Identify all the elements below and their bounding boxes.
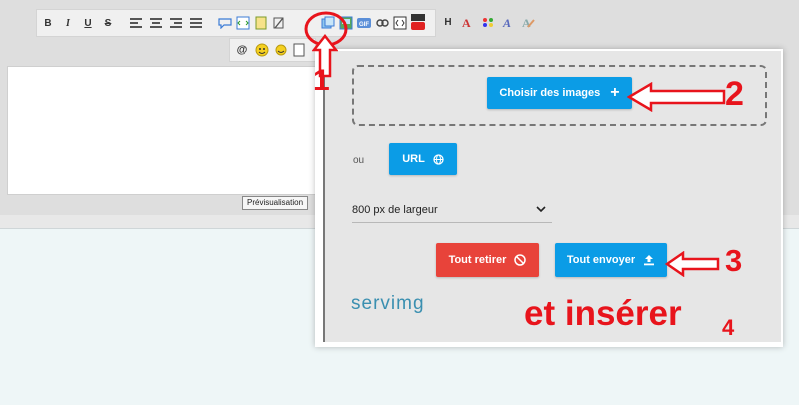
embed-icon[interactable]	[393, 15, 407, 31]
underline-button[interactable]: U	[83, 15, 93, 31]
svg-text:GIF: GIF	[359, 22, 369, 28]
send-all-label: Tout envoyer	[566, 254, 636, 266]
youtube-icon[interactable]	[411, 14, 425, 30]
spoiler-icon[interactable]	[254, 15, 268, 31]
annotation-step4-num: 4	[722, 315, 735, 340]
emoji-icon[interactable]	[274, 42, 288, 58]
svg-text:A: A	[462, 16, 471, 28]
editor-toolbar: B I U S GIF	[36, 9, 436, 37]
align-right-icon[interactable]	[170, 15, 182, 31]
annotation-arrow-2	[627, 82, 727, 112]
or-label: ou	[353, 155, 365, 166]
clear-format-icon[interactable]: A	[521, 14, 535, 30]
annotation-step3: 3	[725, 243, 743, 278]
strikethrough-button[interactable]: S	[103, 15, 113, 31]
link-icon[interactable]	[375, 15, 389, 31]
colors-icon[interactable]	[481, 14, 495, 30]
width-select-value: 800 px de largeur	[352, 203, 438, 216]
plus-icon: +	[610, 84, 620, 101]
choose-images-button[interactable]: Choisir des images +	[487, 77, 632, 109]
url-label: URL	[402, 153, 425, 165]
bold-button[interactable]: B	[43, 15, 53, 31]
annotation-arrow-3	[665, 251, 721, 277]
italic-button[interactable]: I	[63, 15, 73, 31]
font-size-icon[interactable]: A	[501, 14, 515, 30]
globe-icon	[433, 153, 444, 165]
annotation-step1: 1	[313, 64, 330, 97]
choose-images-label: Choisir des images	[499, 87, 601, 99]
font-style-icon[interactable]: A	[461, 14, 475, 30]
url-button[interactable]: URL	[389, 143, 457, 175]
quote-icon[interactable]	[218, 15, 232, 31]
gif-icon[interactable]: GIF	[357, 15, 371, 31]
code-icon[interactable]	[236, 15, 250, 31]
hide-icon[interactable]	[272, 15, 286, 31]
align-left-icon[interactable]	[130, 15, 142, 31]
send-all-button[interactable]: Tout envoyer	[555, 243, 667, 277]
upload-icon	[643, 254, 655, 266]
align-justify-icon[interactable]	[190, 15, 202, 31]
ban-icon	[514, 254, 527, 266]
align-center-icon[interactable]	[150, 15, 162, 31]
annotation-step2: 2	[725, 75, 744, 113]
heading-button[interactable]: H	[443, 14, 453, 30]
servimg-logo: servimg	[351, 293, 425, 314]
svg-text:A: A	[502, 16, 511, 28]
annotation-step4-text: et insérer	[524, 294, 682, 333]
chevron-down-icon	[536, 206, 546, 213]
width-select[interactable]: 800 px de largeur	[352, 197, 552, 223]
preview-button[interactable]: Prévisualisation	[242, 196, 309, 210]
message-textarea[interactable]	[7, 66, 347, 195]
smiley-icon[interactable]	[255, 42, 269, 58]
remove-all-label: Tout retirer	[448, 254, 507, 266]
remove-all-button[interactable]: Tout retirer	[436, 243, 539, 277]
mention-button[interactable]: @	[236, 42, 248, 58]
